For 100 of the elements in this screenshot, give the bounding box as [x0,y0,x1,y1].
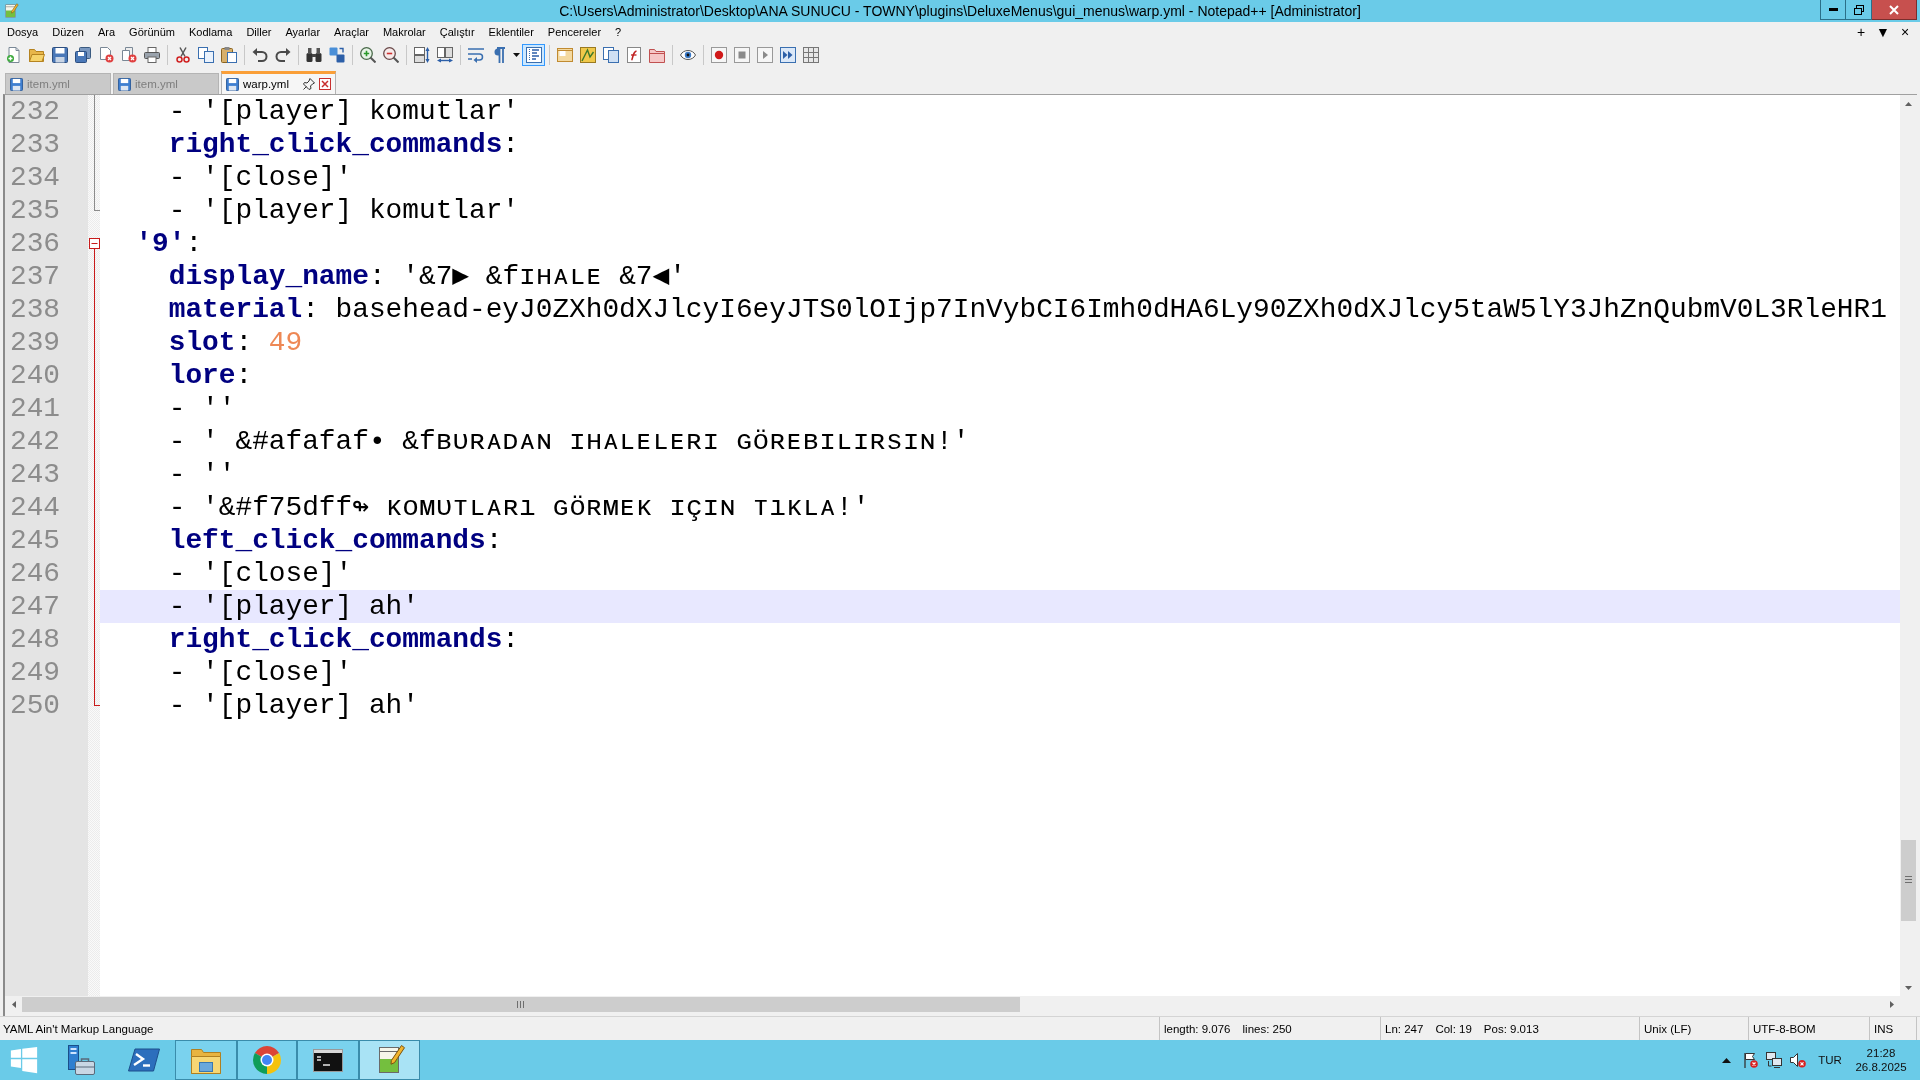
window-panel-icon[interactable] [556,47,573,63]
save-icon[interactable] [51,47,68,63]
redo-icon[interactable] [274,47,291,63]
record-icon[interactable] [710,47,727,63]
code-line: right_click_commands: [168,128,520,161]
close-icon[interactable] [319,78,331,90]
input-language[interactable]: TUR [1818,1053,1842,1067]
print-icon[interactable] [143,47,160,63]
speaker-muted-icon[interactable] [1790,1052,1806,1068]
scrollbar-thumb[interactable] [22,997,1020,1012]
code-line: - '[player] komutlar' [168,95,520,128]
folder-icon[interactable] [648,47,665,63]
status-text: Ln: 247 [1385,1022,1424,1035]
scrollbar-thumb[interactable] [1901,840,1916,921]
line-number: 234 [9,161,60,194]
clock-date[interactable]: 26.8.2025 [1855,1060,1907,1074]
replace-icon[interactable] [328,47,345,63]
play-icon[interactable] [756,47,773,63]
line-number: 249 [9,656,60,689]
network-icon[interactable] [1766,1052,1782,1068]
start-icon[interactable] [10,1046,38,1074]
arrow-down-icon[interactable] [1905,985,1912,990]
grid-icon[interactable] [802,47,819,63]
status-text[interactable]: UTF-8-BOM [1753,1022,1816,1035]
code-line: material: basehead-eyJ0ZXh0dXJlcyI6eyJTS0lOIjp7InVybCI6Imh0dHA6Ly90ZXh0dXJlcy5taW5lY3JhZnQubmV0L3RleHR1 [168,293,1887,326]
sync-vertical-icon[interactable] [413,47,430,63]
arrow-right-icon[interactable] [1889,1001,1894,1008]
eye-icon[interactable] [679,47,696,63]
code-line: lore: [168,359,253,392]
word-wrap-icon[interactable] [467,47,484,63]
close-tab-button[interactable]: × [1894,23,1916,41]
pin-icon[interactable] [303,78,315,90]
tab[interactable]: warp.yml [221,71,336,94]
code-line: '9': [135,227,203,260]
clock-time[interactable]: 21:28 [1866,1046,1896,1060]
function-list-icon[interactable] [625,47,642,63]
menu-item[interactable]: Ayarlar [278,24,328,40]
cut-icon[interactable] [174,47,191,63]
minimize-icon [1828,8,1838,11]
status-text: length: 9.076 [1164,1022,1231,1035]
restore-icon [1853,4,1864,15]
sync-horizontal-icon[interactable] [436,47,453,63]
line-number: 242 [9,425,60,458]
binoculars-icon[interactable] [305,47,322,63]
line-number: 236 [9,227,60,260]
line-number: 241 [9,392,60,425]
menu-item[interactable]: Pencereler [540,24,609,40]
window-title: C:\Users\Administrator\Desktop\ANA SUNUCU - TOWNY\plugins\DeluxeMenus\gui_menus\warp.yml - Notepad++ [Administrator] [559,2,1361,21]
menu-item[interactable]: Araçlar [327,24,376,40]
close-button[interactable] [1872,0,1917,20]
menu-item[interactable]: Ara [91,24,123,40]
browser-icon[interactable] [251,1044,283,1076]
close-icon [1889,4,1899,15]
zoom-out-icon[interactable] [382,47,399,63]
dropdown-caret-icon[interactable] [512,53,520,57]
menu-item[interactable]: Makrolar [375,24,433,40]
restore-button[interactable] [1846,0,1872,20]
status-text: lines: 250 [1242,1022,1292,1035]
line-number: 240 [9,359,60,392]
stop-icon[interactable] [733,47,750,63]
line-number: 247 [9,590,60,623]
line-number: 245 [9,524,60,557]
code-line: - '[close]' [168,557,353,590]
close-file-icon[interactable] [97,47,114,63]
copy-icon[interactable] [197,47,214,63]
status-text: YAML Ain't Markup Language [3,1022,154,1035]
menu-item[interactable]: Dosya [0,24,46,40]
line-number: 244 [9,491,60,524]
zoom-in-icon[interactable] [359,47,376,63]
notepad-icon[interactable] [3,3,19,19]
status-text: INS [1874,1022,1894,1035]
code-line: left_click_commands: [168,524,503,557]
document-list-icon[interactable] [602,47,619,63]
undo-icon[interactable] [251,47,268,63]
status-text: Pos: 9.013 [1483,1022,1539,1035]
status-text[interactable]: Unix (LF) [1644,1022,1692,1035]
save-all-icon[interactable] [74,47,91,63]
menu-item[interactable]: Kodlama [181,24,240,40]
flag-icon[interactable] [1742,1052,1758,1068]
new-file-icon[interactable] [5,47,22,63]
close-all-icon[interactable] [120,47,137,63]
fold-minus-icon[interactable] [89,238,100,249]
menu-item[interactable]: Çalıştır [432,24,482,40]
document-map-icon[interactable] [579,47,596,63]
menu-item[interactable]: Eklentiler [481,24,541,40]
tab-list-button[interactable]: ▼ [1872,23,1894,41]
arrow-left-icon[interactable] [11,1001,16,1008]
menu-item[interactable]: Diller [239,24,279,40]
line-number: 239 [9,326,60,359]
menu-item[interactable]: Görünüm [122,24,182,40]
menu-item[interactable]: Düzen [45,24,91,40]
paste-icon[interactable] [220,47,237,63]
add-tab-button[interactable]: + [1850,23,1872,41]
caret-up-icon[interactable] [1721,1057,1731,1063]
minimize-button[interactable] [1820,0,1846,20]
arrow-up-icon[interactable] [1905,101,1912,106]
menu-item[interactable]: ? [608,24,629,40]
fast-forward-icon[interactable] [779,47,796,63]
open-folder-icon[interactable] [28,47,45,63]
taskbar-button[interactable] [297,1040,359,1080]
